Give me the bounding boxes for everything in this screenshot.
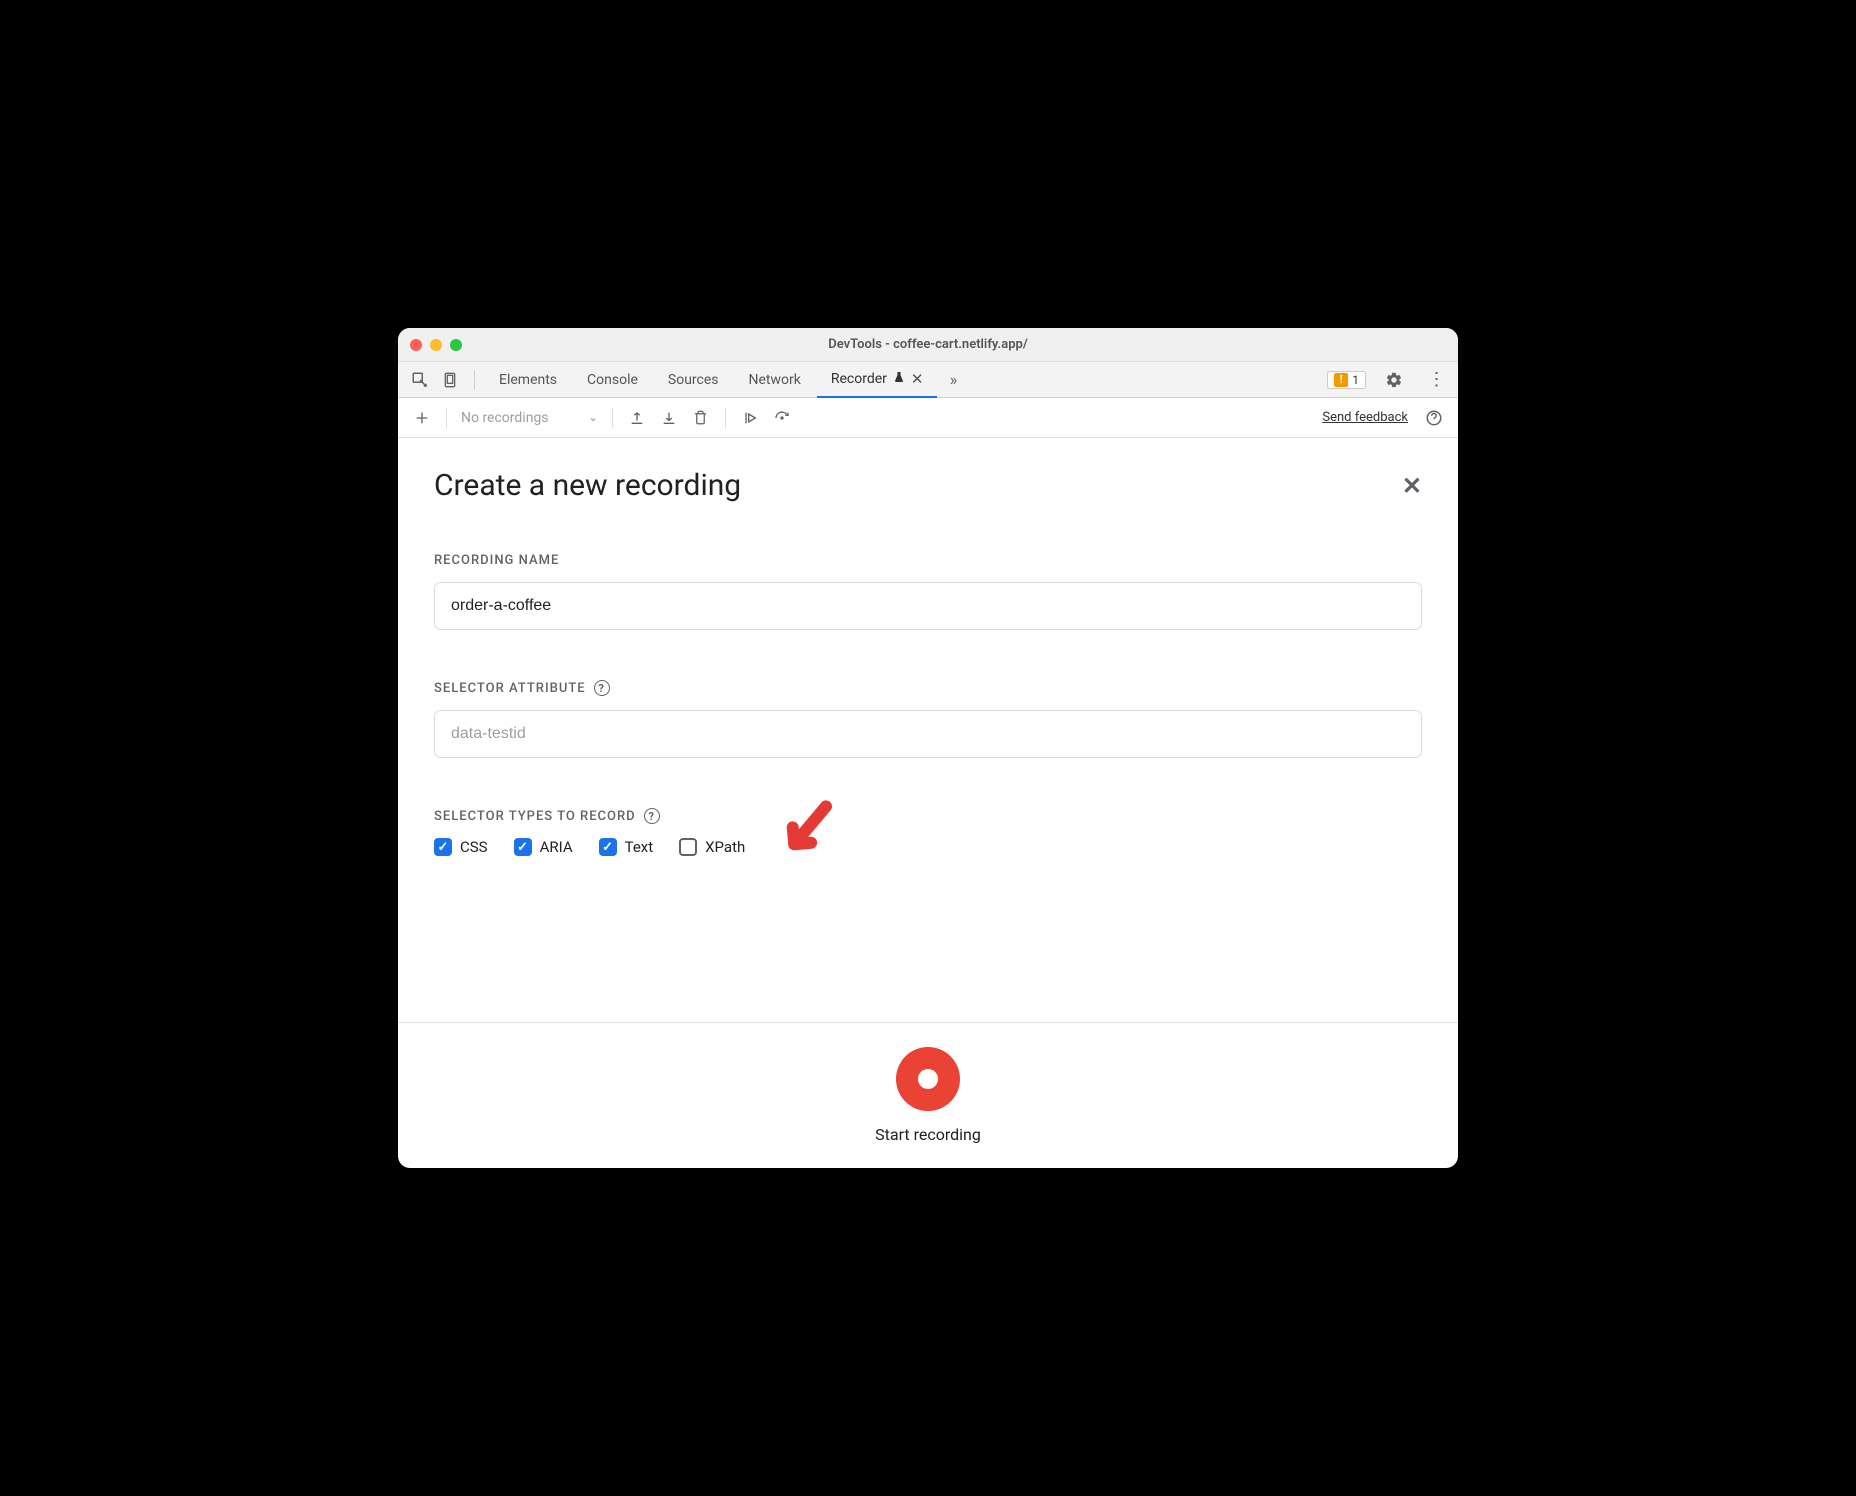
selector-types-label: SELECTOR TYPES TO RECORD ? xyxy=(434,808,1422,824)
chevron-down-icon: ⌄ xyxy=(589,411,598,424)
record-icon xyxy=(918,1069,938,1089)
beaker-icon xyxy=(893,370,905,388)
help-icon[interactable] xyxy=(1420,404,1448,432)
window-title: DevTools - coffee-cart.netlify.app/ xyxy=(398,337,1458,352)
inspect-element-icon[interactable] xyxy=(406,366,434,394)
tab-network[interactable]: Network xyxy=(735,362,815,398)
tab-sources[interactable]: Sources xyxy=(654,362,733,398)
device-toggle-icon[interactable] xyxy=(436,366,464,394)
replay-button[interactable] xyxy=(768,404,796,432)
start-recording-button[interactable] xyxy=(896,1047,960,1111)
export-button[interactable] xyxy=(623,404,651,432)
footer: Start recording xyxy=(398,1022,1458,1168)
divider xyxy=(612,408,613,428)
close-window-button[interactable] xyxy=(410,339,422,351)
more-tabs-icon[interactable]: » xyxy=(939,366,967,394)
annotation-arrow xyxy=(775,796,840,865)
devtools-window: DevTools - coffee-cart.netlify.app/ Elem… xyxy=(398,328,1458,1168)
checkbox-text-label: Text xyxy=(625,838,654,856)
recording-name-input[interactable] xyxy=(434,582,1422,630)
minimize-window-button[interactable] xyxy=(430,339,442,351)
delete-button[interactable] xyxy=(687,404,715,432)
step-button[interactable] xyxy=(736,404,764,432)
issues-count: 1 xyxy=(1352,373,1359,387)
page-heading: Create a new recording xyxy=(434,468,741,503)
checkbox-text[interactable]: ✓ Text xyxy=(599,838,654,856)
tab-console[interactable]: Console xyxy=(573,362,652,398)
recordings-dropdown-label: No recordings xyxy=(461,410,549,426)
selector-types-label-text: SELECTOR TYPES TO RECORD xyxy=(434,809,636,824)
selector-types-group: ✓ CSS ✓ ARIA ✓ Text XPath xyxy=(434,838,1422,856)
tabs-bar: Elements Console Sources Network Recorde… xyxy=(398,362,1458,398)
selector-attribute-input[interactable] xyxy=(434,710,1422,758)
add-recording-button[interactable] xyxy=(408,404,436,432)
close-tab-icon[interactable]: ✕ xyxy=(911,370,924,388)
content-area: Create a new recording ✕ RECORDING NAME … xyxy=(398,438,1458,1022)
checkbox-xpath-label: XPath xyxy=(705,838,745,856)
titlebar: DevTools - coffee-cart.netlify.app/ xyxy=(398,328,1458,362)
divider xyxy=(725,408,726,428)
maximize-window-button[interactable] xyxy=(450,339,462,351)
selector-attribute-label: SELECTOR ATTRIBUTE ? xyxy=(434,680,1422,696)
recorder-toolbar: No recordings ⌄ Send feedback xyxy=(398,398,1458,438)
selector-attribute-label-text: SELECTOR ATTRIBUTE xyxy=(434,681,586,696)
start-recording-label: Start recording xyxy=(875,1125,981,1144)
checkbox-aria[interactable]: ✓ ARIA xyxy=(514,838,573,856)
checkbox-xpath-box xyxy=(679,838,697,856)
checkbox-aria-box: ✓ xyxy=(514,838,532,856)
tab-recorder-label: Recorder xyxy=(831,371,887,387)
warning-icon: ! xyxy=(1334,373,1348,387)
more-menu-icon[interactable]: ⋮ xyxy=(1422,366,1450,394)
issues-badge[interactable]: ! 1 xyxy=(1327,371,1366,389)
checkbox-text-box: ✓ xyxy=(599,838,617,856)
close-panel-button[interactable]: ✕ xyxy=(1402,472,1422,500)
import-button[interactable] xyxy=(655,404,683,432)
divider xyxy=(474,370,475,390)
tab-recorder[interactable]: Recorder ✕ xyxy=(817,362,938,398)
send-feedback-link[interactable]: Send feedback xyxy=(1322,410,1408,425)
tab-elements[interactable]: Elements xyxy=(485,362,571,398)
help-icon[interactable]: ? xyxy=(644,808,660,824)
help-icon[interactable]: ? xyxy=(594,680,610,696)
recordings-dropdown[interactable]: No recordings ⌄ xyxy=(457,410,602,426)
settings-icon[interactable] xyxy=(1380,366,1408,394)
recording-name-label: RECORDING NAME xyxy=(434,553,1422,568)
checkbox-aria-label: ARIA xyxy=(540,838,573,856)
checkbox-css-box: ✓ xyxy=(434,838,452,856)
checkbox-xpath[interactable]: XPath xyxy=(679,838,745,856)
checkbox-css-label: CSS xyxy=(460,838,488,856)
divider xyxy=(446,408,447,428)
traffic-lights xyxy=(410,339,462,351)
checkbox-css[interactable]: ✓ CSS xyxy=(434,838,488,856)
